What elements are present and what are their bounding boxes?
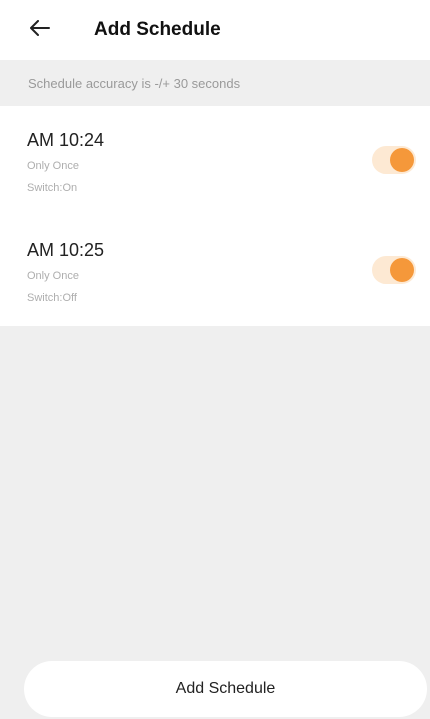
toggle-knob — [390, 148, 414, 172]
back-button[interactable] — [20, 10, 60, 50]
accuracy-notice: Schedule accuracy is -/+ 30 seconds — [0, 60, 430, 106]
header-bar: Add Schedule — [0, 0, 430, 60]
schedule-repeat: Only Once — [27, 270, 79, 282]
schedule-action: Switch:On — [27, 182, 78, 194]
schedule-item[interactable]: AM 10:24 Only Once Switch:On — [0, 106, 430, 216]
schedule-item[interactable]: AM 10:25 Only Once Switch:Off — [0, 216, 430, 326]
schedule-repeat: Only Once — [27, 160, 79, 172]
add-schedule-button[interactable]: Add Schedule — [24, 661, 427, 717]
arrow-left-icon — [30, 19, 50, 41]
schedule-list: AM 10:24 Only Once Switch:On AM 10:25 On… — [0, 106, 430, 326]
schedule-toggle[interactable] — [372, 146, 416, 174]
schedule-action: Switch:Off — [27, 292, 77, 304]
schedule-time: AM 10:24 — [27, 130, 105, 150]
page-title: Add Schedule — [94, 19, 221, 40]
toggle-knob — [390, 258, 414, 282]
schedule-time: AM 10:25 — [27, 240, 105, 260]
schedule-toggle[interactable] — [372, 256, 416, 284]
